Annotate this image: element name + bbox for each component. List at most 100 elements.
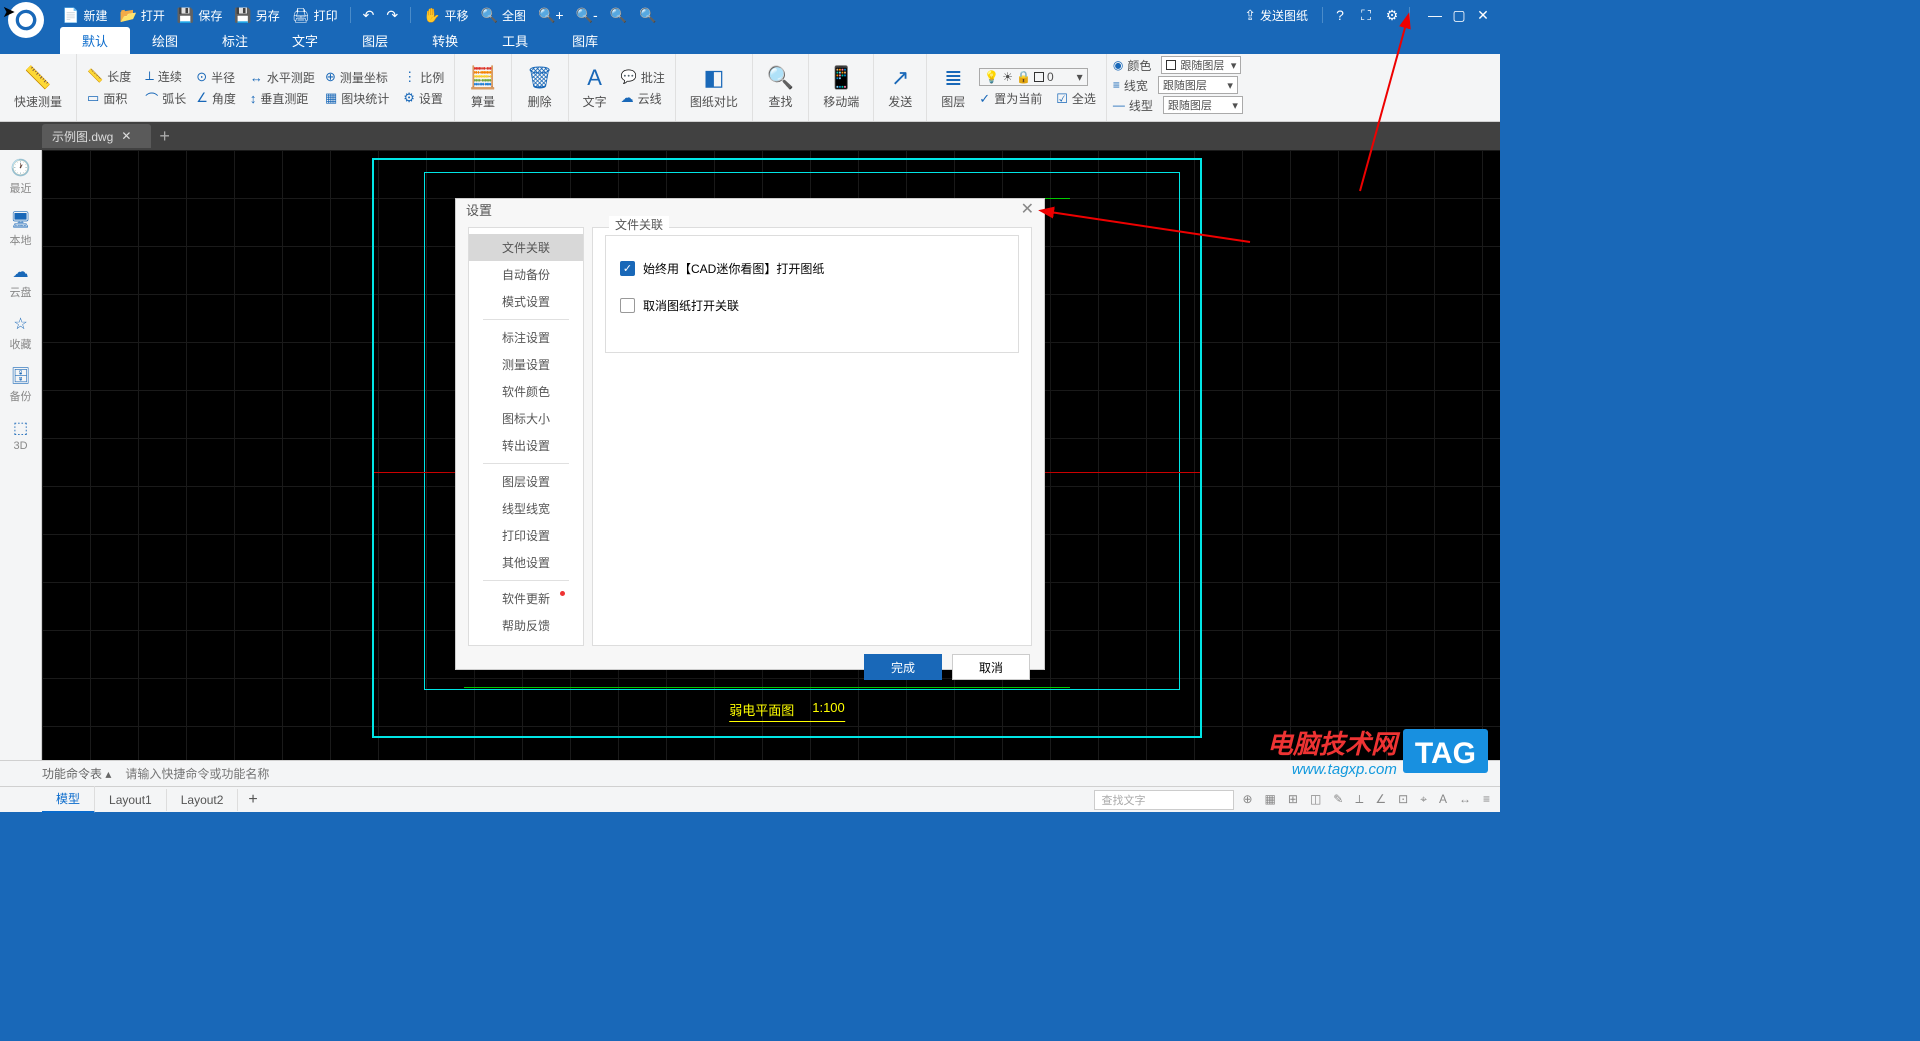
tab-default[interactable]: 默认 (60, 27, 130, 54)
panel-backup[interactable]: 🗄备份 (10, 366, 32, 404)
save-as[interactable]: 💾另存 (228, 7, 285, 24)
panel-favorite[interactable]: ☆收藏 (10, 314, 32, 352)
save-file[interactable]: 💾保存 (171, 7, 228, 24)
quick-measure[interactable]: 📏快速测量 (8, 61, 68, 114)
layer-manager[interactable]: ≣图层 (935, 61, 971, 114)
undo[interactable]: ↶ (357, 7, 381, 24)
delete-tool[interactable]: 🗑删除 (520, 61, 560, 114)
nav-feedback[interactable]: 帮助反馈 (469, 612, 583, 639)
nav-annotate[interactable]: 标注设置 (469, 324, 583, 351)
nav-auto-backup[interactable]: 自动备份 (469, 261, 583, 288)
send-drawing[interactable]: ⇪发送图纸 (1238, 7, 1314, 24)
checkbox-always-open[interactable]: ✓ 始终用【CAD迷你看图】打开图纸 (620, 260, 1004, 277)
measure-vdist[interactable]: ↕垂直测距 (248, 89, 317, 108)
dialog-close-button[interactable]: ✕ (1021, 199, 1034, 219)
panel-3d[interactable]: ⬚3D (13, 418, 28, 452)
ok-button[interactable]: 完成 (864, 654, 942, 680)
measure-angle[interactable]: ∠角度 (194, 89, 238, 108)
nav-other[interactable]: 其他设置 (469, 549, 583, 576)
select-all[interactable]: ☑全选 (1054, 89, 1098, 108)
help-button[interactable]: ? (1331, 6, 1349, 24)
status-icon-3[interactable]: ⊞ (1288, 792, 1298, 807)
color-select[interactable]: 跟随图层▾ (1161, 56, 1241, 74)
tab-tools[interactable]: 工具 (480, 27, 550, 54)
nav-file-assoc[interactable]: 文件关联 (469, 234, 583, 261)
measure-coord[interactable]: ⊕测量坐标 (323, 68, 391, 87)
add-layout[interactable]: + (238, 791, 267, 809)
nav-export[interactable]: 转出设置 (469, 432, 583, 459)
measure-hdist[interactable]: ↔水平测距 (248, 68, 317, 87)
send[interactable]: ↗发送 (882, 61, 918, 114)
text-tool[interactable]: A文字 (577, 61, 613, 114)
tab-text[interactable]: 文字 (270, 27, 340, 54)
zoom-window[interactable]: 🔍 (604, 7, 633, 24)
maximize-button[interactable]: ▢ (1450, 6, 1468, 24)
tab-layer[interactable]: 图层 (340, 27, 410, 54)
tab-layout2[interactable]: Layout2 (167, 789, 239, 811)
panel-cloud[interactable]: ☁云盘 (10, 262, 32, 300)
redo[interactable]: ↷ (380, 7, 404, 24)
nav-colors[interactable]: 软件颜色 (469, 378, 583, 405)
status-icon-6[interactable]: ⟂ (1355, 792, 1363, 807)
status-icon-4[interactable]: ◫ (1310, 792, 1321, 807)
measure-arc[interactable]: ⌒弧长 (143, 88, 188, 109)
tab-library[interactable]: 图库 (550, 27, 620, 54)
annotation-tool[interactable]: 💬批注 (619, 68, 667, 87)
cmd-label[interactable]: 功能命令表 ▴ (42, 765, 111, 782)
nav-icon-size[interactable]: 图标大小 (469, 405, 583, 432)
zoom-out[interactable]: 🔍- (570, 7, 604, 24)
set-current[interactable]: ✓置为当前 (977, 89, 1044, 108)
close-tab-icon[interactable]: ✕ (121, 129, 131, 143)
measure-radius[interactable]: ⊙半径 (194, 68, 238, 87)
status-icon-9[interactable]: ⌖ (1420, 792, 1427, 807)
nav-linetype[interactable]: 线型线宽 (469, 495, 583, 522)
zoom-in[interactable]: 🔍+ (532, 7, 570, 24)
layer-selector[interactable]: 💡☀🔒0▾ (977, 67, 1098, 87)
close-button[interactable]: ✕ (1474, 6, 1492, 24)
find-tool[interactable]: 🔍查找 (761, 61, 800, 114)
status-icon-12[interactable]: ≡ (1483, 792, 1490, 807)
tab-convert[interactable]: 转换 (410, 27, 480, 54)
tab-model[interactable]: 模型 (42, 786, 95, 813)
tab-annotate[interactable]: 标注 (200, 27, 270, 54)
status-icon-7[interactable]: ∠ (1375, 792, 1386, 807)
status-icon-11[interactable]: ↔ (1459, 792, 1471, 807)
status-icon-5[interactable]: ✎ (1333, 792, 1343, 807)
tab-draw[interactable]: 绘图 (130, 27, 200, 54)
panel-recent[interactable]: 🕐最近 (10, 158, 32, 196)
block-stats[interactable]: ▦图块统计 (323, 89, 391, 108)
status-icon-1[interactable]: ⊕ (1242, 792, 1252, 807)
calc-qty[interactable]: 🧮算量 (463, 61, 502, 114)
nav-print[interactable]: 打印设置 (469, 522, 583, 549)
nav-measure[interactable]: 测量设置 (469, 351, 583, 378)
add-tab-button[interactable]: + (159, 126, 170, 147)
measure-area[interactable]: ▭面积 (85, 88, 133, 109)
cloud-line[interactable]: ☁云线 (619, 89, 667, 108)
measure-continuous[interactable]: ⟂连续 (143, 67, 188, 86)
new-file[interactable]: 📄新建 (56, 7, 113, 24)
zoom-reset[interactable]: 🔍 (633, 7, 662, 24)
status-icon-10[interactable]: A (1439, 792, 1447, 807)
text-search-input[interactable]: 查找文字 (1094, 790, 1234, 810)
measure-length[interactable]: 📏长度 (85, 67, 133, 86)
tab-layout1[interactable]: Layout1 (95, 789, 167, 811)
cancel-button[interactable]: 取消 (952, 654, 1030, 680)
checkbox-cancel-assoc[interactable]: 取消图纸打开关联 (620, 297, 1004, 314)
file-tab[interactable]: 示例图.dwg✕ (42, 124, 151, 148)
measure-scale[interactable]: ⋮比例 (401, 68, 446, 87)
mobile[interactable]: 📱移动端 (817, 61, 865, 114)
linetype-select[interactable]: 跟随图层▾ (1163, 96, 1243, 114)
print[interactable]: 🖨打印 (286, 7, 344, 24)
pan[interactable]: ✋平移 (417, 7, 474, 24)
zoom-all[interactable]: 🔍全图 (475, 7, 532, 24)
fullscreen-button[interactable]: ⛶ (1357, 6, 1375, 24)
compare-drawings[interactable]: ◧图纸对比 (684, 61, 744, 114)
nav-layer[interactable]: 图层设置 (469, 468, 583, 495)
measure-settings[interactable]: ⚙设置 (401, 89, 446, 108)
lineweight-select[interactable]: 跟随图层▾ (1158, 76, 1238, 94)
settings-button[interactable]: ⚙ (1383, 6, 1401, 24)
status-icon-2[interactable]: ▦ (1265, 792, 1276, 807)
minimize-button[interactable]: — (1426, 6, 1444, 24)
open-file[interactable]: 📂打开 (113, 7, 170, 24)
nav-mode[interactable]: 模式设置 (469, 288, 583, 315)
